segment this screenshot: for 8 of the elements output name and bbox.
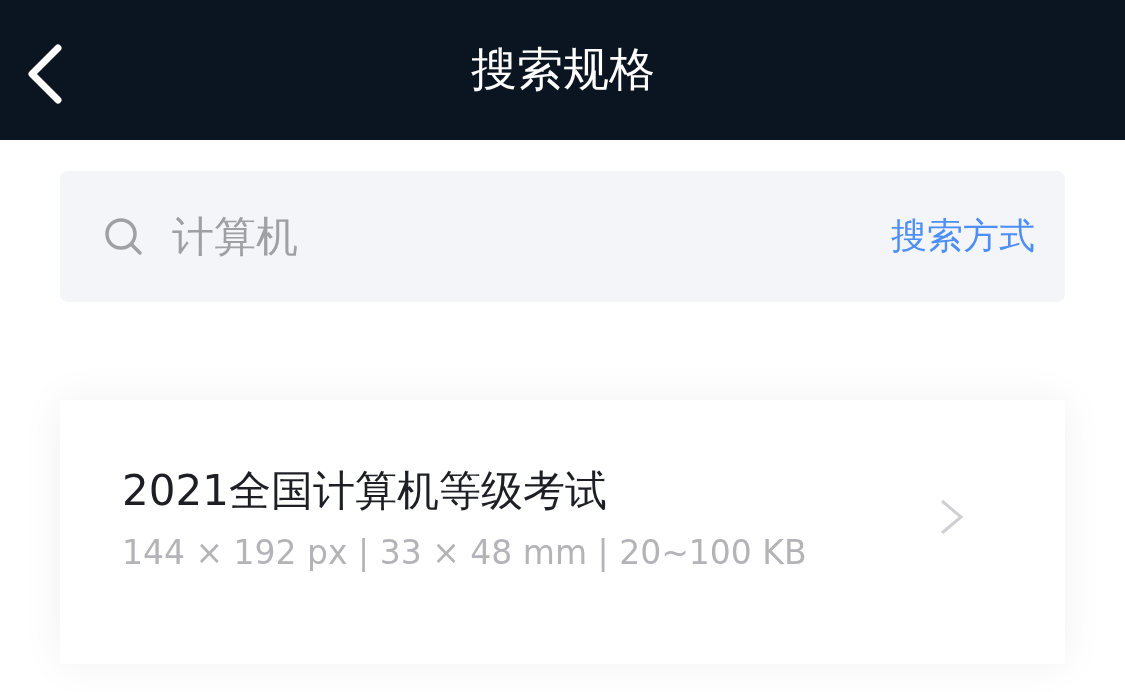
result-spec: 144 × 192 px | 33 × 48 mm | 20~100 KB <box>122 532 808 572</box>
search-mode-link[interactable]: 搜索方式 <box>891 212 1035 261</box>
result-title: 2021全国计算机等级考试 <box>122 464 608 517</box>
search-icon <box>104 216 144 257</box>
result-card[interactable]: 2021全国计算机等级考试 144 × 192 px | 33 × 48 mm | 20~100 KB <box>60 400 1065 664</box>
chevron-right-icon <box>939 498 965 536</box>
page-title: 搜索规格 <box>470 41 655 98</box>
search-field[interactable]: 计算机 搜索方式 <box>60 171 1065 302</box>
